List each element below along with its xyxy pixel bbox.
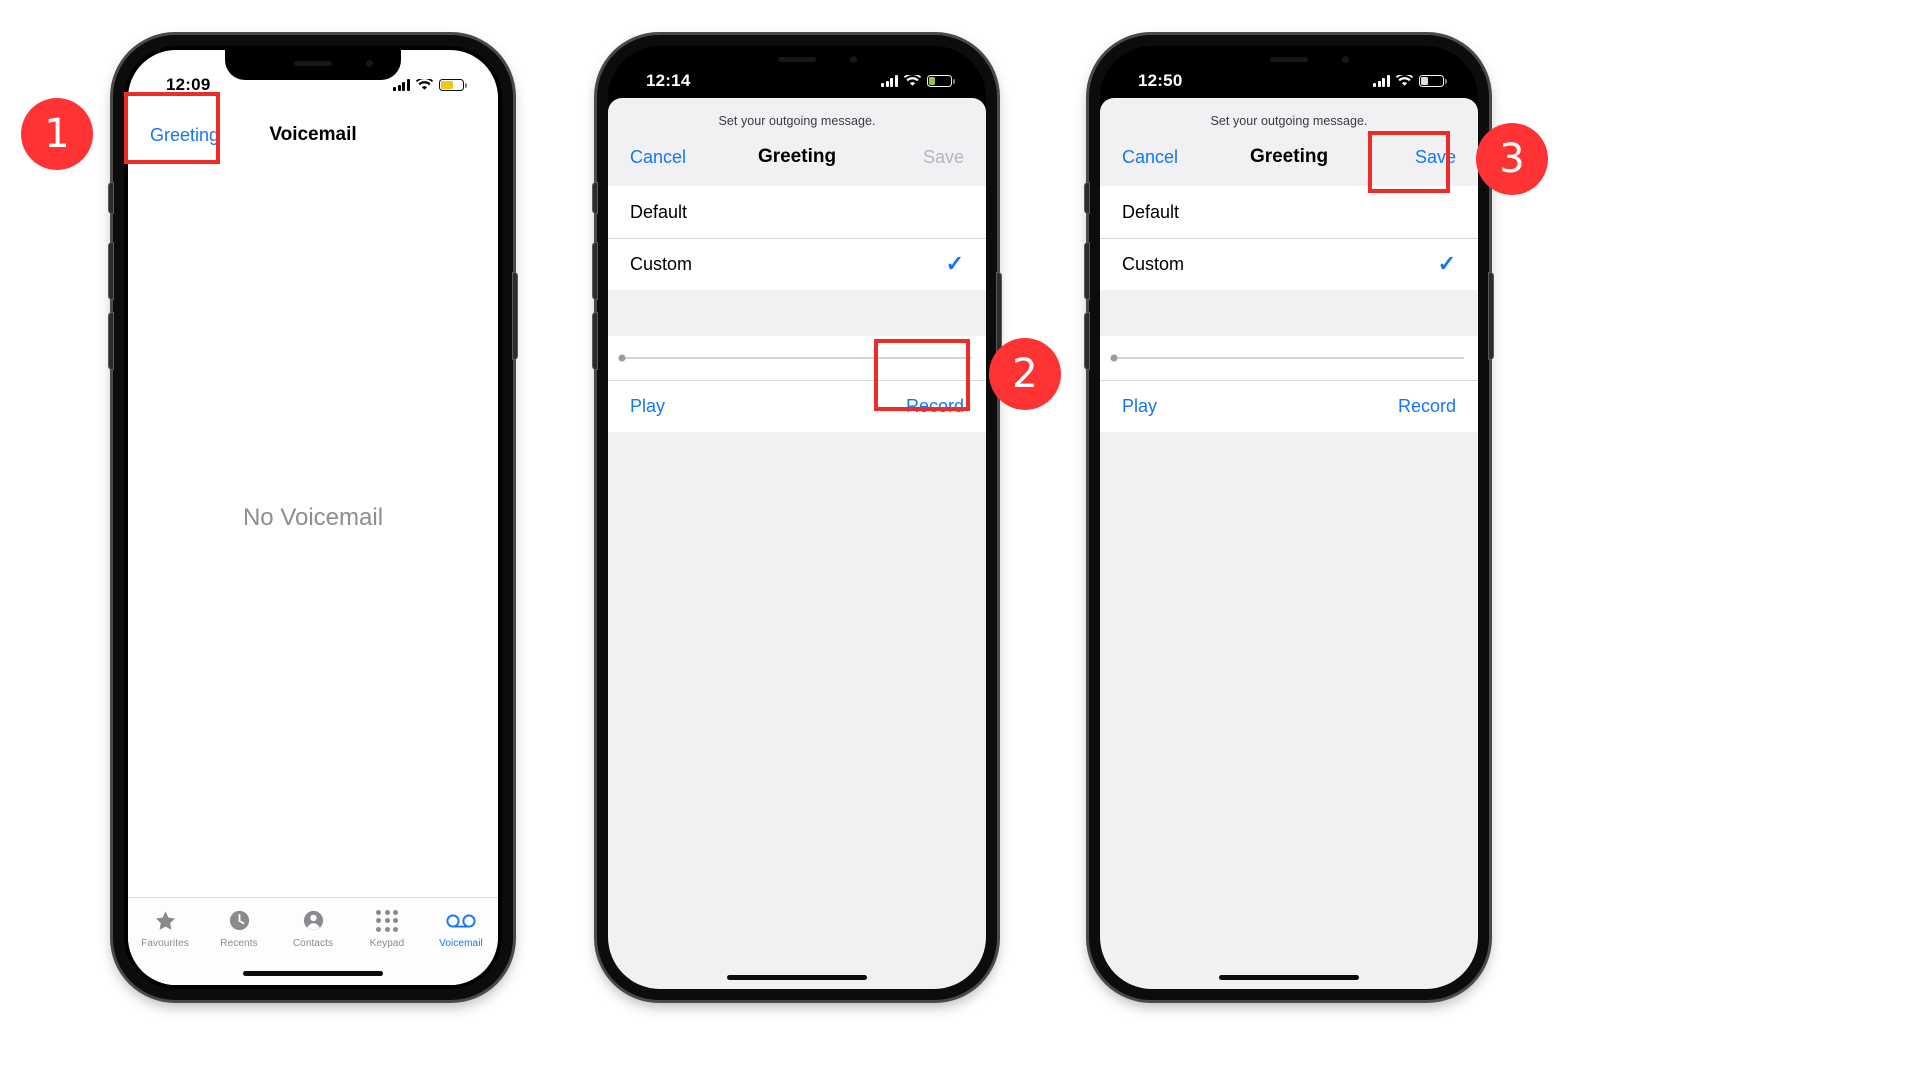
highlight-box-greeting: [124, 92, 220, 164]
tab-contacts[interactable]: Contacts: [276, 907, 350, 949]
phone-2-bezel: 12:14 Set your outgoing message. Cancel …: [608, 46, 986, 989]
option-default-label: Default: [1122, 201, 1180, 222]
notch: [1201, 46, 1377, 76]
tab-favourites[interactable]: Favourites: [128, 907, 202, 949]
volume-down-button[interactable]: [1085, 313, 1089, 369]
home-indicator[interactable]: [727, 975, 867, 980]
status-indicators: [393, 79, 467, 91]
cancel-button[interactable]: Cancel: [1122, 147, 1178, 168]
tab-recents-label: Recents: [220, 938, 258, 949]
volume-down-button[interactable]: [593, 313, 597, 369]
volume-up-button[interactable]: [1085, 243, 1089, 299]
option-custom-label: Custom: [630, 253, 693, 274]
play-button[interactable]: Play: [630, 396, 665, 417]
scrubber-knob[interactable]: [618, 354, 626, 362]
tab-keypad-label: Keypad: [369, 938, 405, 949]
status-indicators: [881, 75, 955, 87]
section-spacer: [608, 290, 986, 336]
checkmark-icon: ✓: [945, 251, 964, 276]
cellular-signal-icon: [1373, 75, 1390, 87]
play-record-row: Play Record: [1100, 380, 1478, 432]
earpiece-speaker: [778, 57, 816, 62]
empty-state-message: No Voicemail: [242, 503, 384, 531]
wifi-icon: [1396, 75, 1413, 87]
volume-up-button[interactable]: [109, 243, 113, 299]
wifi-icon: [904, 75, 921, 87]
option-default-label: Default: [630, 201, 688, 222]
option-custom[interactable]: Custom ✓: [608, 238, 986, 290]
phone-1-screen: 12:09 Greeting Voicemail No Voicemail Fa…: [128, 50, 498, 985]
phone-2-screen: 12:14 Set your outgoing message. Cancel …: [608, 46, 986, 989]
scrubber-knob[interactable]: [1110, 354, 1118, 362]
tab-voicemail[interactable]: Voicemail: [424, 907, 498, 949]
highlight-box-save: [1368, 131, 1450, 193]
volume-down-button[interactable]: [109, 313, 113, 369]
front-camera-icon: [850, 56, 857, 63]
step-badge-3: 3: [1476, 123, 1548, 195]
front-camera-icon: [1342, 56, 1349, 63]
clock-icon: [228, 907, 251, 934]
save-button[interactable]: Save: [923, 147, 964, 168]
battery-icon: [927, 75, 955, 87]
option-custom[interactable]: Custom ✓: [1100, 238, 1478, 290]
tutorial-canvas: 12:09 Greeting Voicemail No Voicemail Fa…: [0, 0, 1920, 1080]
tab-contacts-label: Contacts: [292, 938, 334, 949]
star-icon: [153, 907, 178, 934]
greeting-sheet: Set your outgoing message. Cancel Greeti…: [1100, 98, 1478, 989]
step-badge-1: 1: [21, 98, 93, 170]
tab-favourites-label: Favourites: [141, 938, 189, 949]
keypad-icon: [376, 907, 398, 934]
wifi-icon: [416, 79, 433, 91]
option-custom-label: Custom: [1122, 253, 1185, 274]
record-button[interactable]: Record: [1398, 396, 1456, 417]
tab-recents[interactable]: Recents: [202, 907, 276, 949]
battery-icon: [1419, 75, 1447, 87]
cancel-button[interactable]: Cancel: [630, 147, 686, 168]
mute-switch[interactable]: [593, 183, 597, 213]
notch: [225, 50, 401, 80]
mute-switch[interactable]: [109, 183, 113, 213]
greeting-options-group: Default Custom ✓: [608, 186, 986, 290]
option-default[interactable]: Default: [1100, 186, 1478, 238]
tab-voicemail-label: Voicemail: [439, 938, 483, 949]
option-default[interactable]: Default: [608, 186, 986, 238]
status-indicators: [1373, 75, 1447, 87]
status-time: 12:14: [646, 71, 691, 90]
highlight-box-record: [874, 339, 970, 411]
front-camera-icon: [366, 60, 373, 67]
power-button[interactable]: [1489, 273, 1493, 359]
phone-1-bezel: 12:09 Greeting Voicemail No Voicemail Fa…: [124, 46, 502, 989]
status-time: 12:50: [1138, 71, 1183, 90]
cellular-signal-icon: [881, 75, 898, 87]
greeting-options-group: Default Custom ✓: [1100, 186, 1478, 290]
sheet-navigation-bar: Cancel Greeting Save: [608, 128, 986, 186]
power-button[interactable]: [513, 273, 517, 359]
earpiece-speaker: [294, 61, 332, 66]
earpiece-speaker: [1270, 57, 1308, 62]
phone-1: 12:09 Greeting Voicemail No Voicemail Fa…: [109, 35, 517, 1000]
voicemail-icon: [446, 907, 476, 934]
mute-switch[interactable]: [1085, 183, 1089, 213]
person-icon: [302, 907, 325, 934]
phone-2: 12:14 Set your outgoing message. Cancel …: [593, 35, 1001, 1000]
battery-icon: [439, 79, 467, 91]
step-badge-2: 2: [989, 338, 1061, 410]
tab-keypad[interactable]: Keypad: [350, 907, 424, 949]
notch: [709, 46, 885, 76]
home-indicator[interactable]: [243, 971, 383, 976]
home-indicator[interactable]: [1219, 975, 1359, 980]
section-spacer: [1100, 290, 1478, 336]
greeting-sheet: Set your outgoing message. Cancel Greeti…: [608, 98, 986, 989]
cellular-signal-icon: [393, 79, 410, 91]
volume-up-button[interactable]: [593, 243, 597, 299]
checkmark-icon: ✓: [1437, 251, 1456, 276]
play-button[interactable]: Play: [1122, 396, 1157, 417]
playback-scrubber[interactable]: [1110, 354, 1464, 362]
playback-scrubber-row: [1100, 336, 1478, 380]
